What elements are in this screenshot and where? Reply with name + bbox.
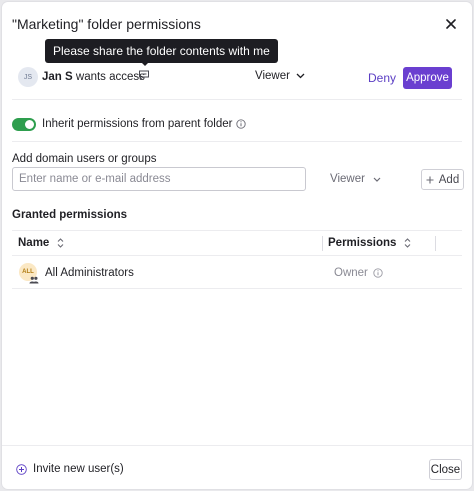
requester-avatar: JS: [18, 67, 38, 87]
granted-permissions-title: Granted permissions: [12, 209, 128, 221]
request-comment-tooltip: Please share the folder contents with me: [45, 39, 278, 63]
invite-users-link[interactable]: Invite new user(s): [16, 463, 124, 475]
add-users-label: Add domain users or groups: [12, 153, 157, 165]
add-button[interactable]: Add: [421, 169, 464, 190]
column-header-permissions[interactable]: Permissions: [328, 237, 411, 249]
column-separator: [435, 236, 436, 251]
chevron-down-icon: [296, 73, 305, 79]
column-permissions-label: Permissions: [328, 237, 397, 249]
permissions-table-header: Name Permissions: [12, 230, 462, 256]
name-email-input[interactable]: [12, 167, 306, 191]
toggle-knob: [25, 119, 34, 129]
plus-circle-icon: [16, 463, 27, 475]
requester-text: Jan S wants access: [42, 71, 145, 83]
invite-users-label: Invite new user(s): [33, 463, 124, 475]
tooltip-arrow: [140, 61, 150, 66]
divider: [12, 99, 462, 100]
approve-button[interactable]: Approve: [403, 67, 452, 89]
permissions-dialog: "Marketing" folder permissions JS Jan S …: [2, 2, 472, 489]
comment-icon[interactable]: [138, 69, 152, 83]
add-role-value: Viewer: [330, 173, 365, 185]
sort-icon: [405, 238, 411, 248]
info-icon[interactable]: [373, 268, 383, 278]
dialog-footer: Invite new user(s) Close: [2, 445, 472, 489]
requester-name: Jan S: [42, 71, 73, 83]
requester-action: wants access: [72, 71, 145, 83]
column-name-label: Name: [18, 237, 50, 249]
column-separator: [322, 236, 323, 251]
request-role-select[interactable]: Viewer: [255, 70, 305, 82]
chevron-down-icon: [373, 177, 381, 182]
dialog-title: "Marketing" folder permissions: [12, 16, 201, 32]
close-button[interactable]: Close: [429, 459, 462, 480]
info-icon[interactable]: [236, 119, 247, 129]
divider: [12, 288, 462, 289]
table-row[interactable]: ALL All Administrators Owner: [12, 257, 462, 289]
close-icon[interactable]: [442, 15, 460, 33]
inherit-toggle[interactable]: [12, 117, 36, 131]
inherit-permissions-row: Inherit permissions from parent folder: [12, 114, 247, 134]
add-role-select[interactable]: Viewer: [330, 173, 381, 185]
column-header-name[interactable]: Name: [18, 237, 64, 249]
deny-button[interactable]: Deny: [362, 68, 402, 88]
divider: [12, 141, 462, 142]
row-permission: Owner: [334, 267, 368, 279]
group-icon: [29, 276, 39, 284]
add-button-label: Add: [438, 173, 460, 186]
access-request-row: JS Jan S wants access Viewer Deny Approv…: [2, 62, 472, 94]
plus-icon: [426, 176, 434, 183]
sort-icon: [57, 238, 64, 248]
row-name: All Administrators: [45, 267, 134, 279]
inherit-label: Inherit permissions from parent folder: [42, 118, 233, 130]
request-role-value: Viewer: [255, 70, 290, 82]
